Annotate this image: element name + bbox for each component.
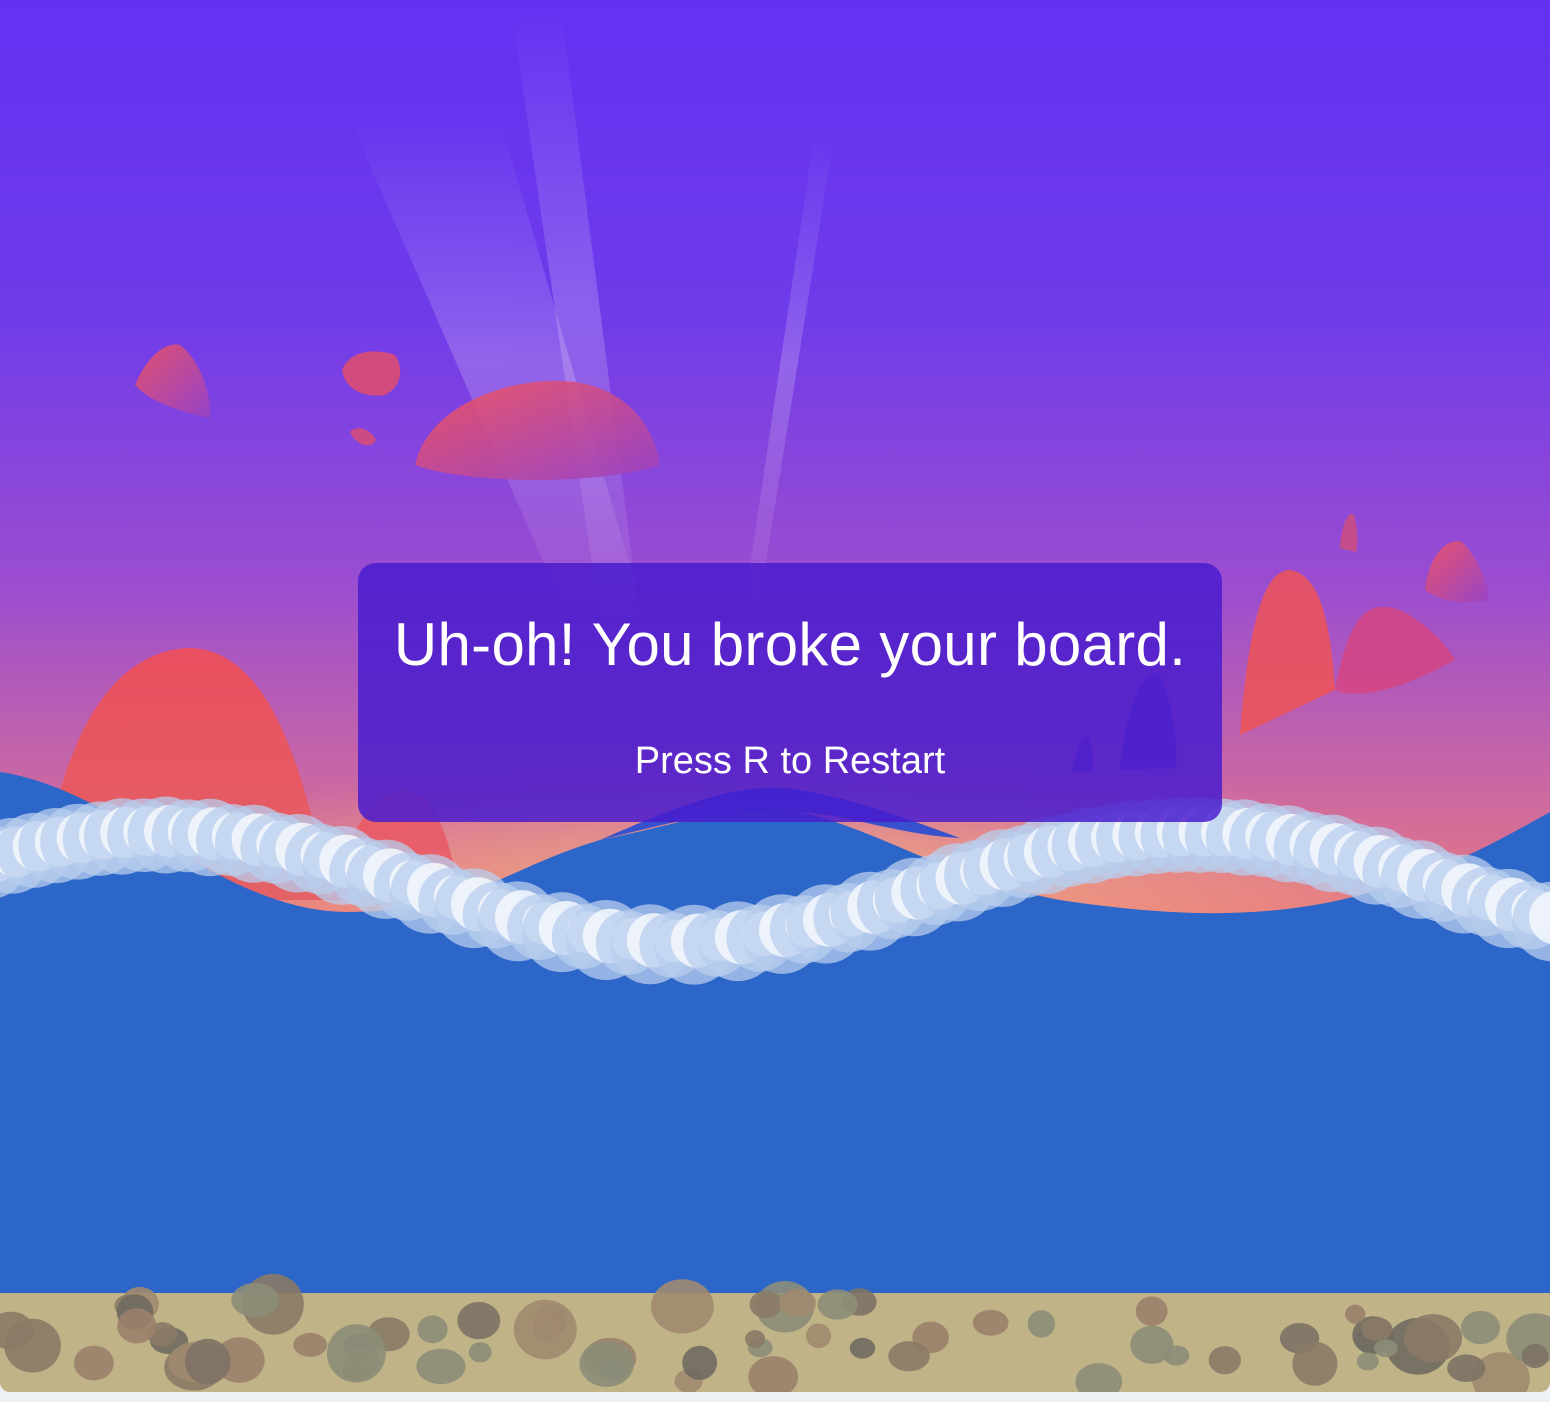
pebble [1374, 1339, 1398, 1358]
pebble [1292, 1341, 1338, 1386]
game-viewport[interactable]: Uh-oh! You broke your board. Press R to … [0, 0, 1550, 1392]
pebble [1521, 1343, 1549, 1369]
pebble [599, 1359, 627, 1382]
pebble [293, 1332, 328, 1357]
pebble [1208, 1346, 1241, 1375]
restart-hint: Press R to Restart [634, 740, 946, 782]
pebble [1345, 1304, 1366, 1324]
pebble [1447, 1354, 1486, 1382]
pebble [231, 1282, 279, 1318]
pebble [651, 1279, 714, 1334]
pebble [1404, 1314, 1463, 1363]
pebble [326, 1324, 386, 1383]
pebble [849, 1337, 876, 1359]
game-over-dialog: Uh-oh! You broke your board. Press R to … [358, 563, 1222, 822]
pebble [416, 1348, 466, 1385]
pebble [682, 1345, 718, 1380]
pebble [745, 1330, 766, 1348]
pebble [4, 1318, 61, 1373]
pebble [117, 1308, 157, 1344]
pebble [778, 1289, 817, 1317]
pebble [749, 1290, 782, 1319]
pebble [457, 1301, 501, 1340]
pebble [468, 1342, 492, 1363]
pebble [817, 1289, 858, 1320]
pebble [806, 1323, 832, 1349]
pebble [1027, 1310, 1056, 1338]
pebble [184, 1338, 231, 1385]
pebble [513, 1299, 577, 1360]
pebble [972, 1309, 1009, 1336]
game-over-title: Uh-oh! You broke your board. [393, 611, 1187, 678]
pebble [1361, 1317, 1393, 1342]
pebble [1460, 1310, 1501, 1345]
pebble [417, 1315, 448, 1344]
pebble [1130, 1325, 1174, 1364]
pebble [1135, 1296, 1168, 1326]
pebble [1356, 1352, 1379, 1371]
pebble [888, 1341, 930, 1372]
pebble [73, 1345, 114, 1381]
